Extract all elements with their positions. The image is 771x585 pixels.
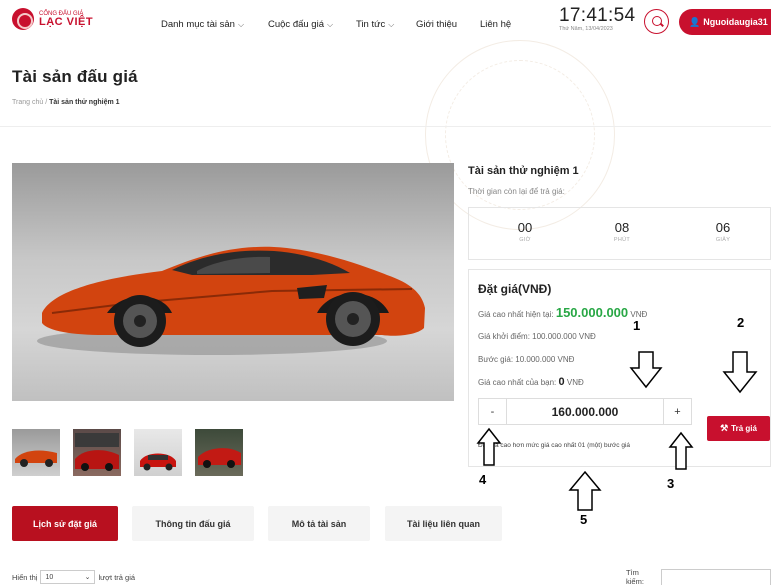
chevron-down-icon: ⌵ [388,20,395,29]
divider [0,126,771,127]
countdown-minutes: 08 PHÚT [613,220,631,243]
breadcrumb-home[interactable]: Trang chủ [12,99,43,106]
current-highest-price: Giá cao nhất hiện tại: 150.000.000 VNĐ [478,305,648,320]
up-arrow-icon [568,470,602,511]
my-highest-value: 0 [558,376,565,388]
page-size-control: Hiển thị 10 ⌄ lượt trả giá [12,570,135,584]
annotation-5: 5 [580,512,588,527]
breadcrumb-current: Tài sản thử nghiệm 1 [49,99,120,106]
page-title: Tài sản đấu giá [12,67,138,86]
nav-item-news[interactable]: Tin tức ⌵ [356,19,394,30]
tab-related-documents[interactable]: Tài liệu liên quan [385,506,502,541]
clock-date: Thứ Năm, 13/04/2023 [559,26,613,32]
nav-item-asset-catalog[interactable]: Danh mục tài sản ⌵ [161,19,244,30]
table-search-input[interactable] [661,568,771,585]
logo-brand-text: LẠC VIỆT [39,15,94,28]
nav-item-auctions[interactable]: Cuộc đấu giá ⌵ [268,19,333,30]
countdown-hours: 00 GIỜ [517,220,533,243]
asset-name: Tài sản thử nghiệm 1 [468,165,579,177]
decrease-bid-button[interactable]: - [479,399,506,424]
starting-price: Giá khởi điểm: 100.000.000 VNĐ [478,332,596,341]
chevron-down-icon: ⌵ [326,20,334,29]
bid-step: Bước giá: 10.000.000 VNĐ [478,355,575,364]
tab-bid-history[interactable]: Lịch sử đặt giá [12,506,118,541]
increase-bid-button[interactable]: + [664,399,691,424]
bid-amount-stepper: - 160.000.000 + [478,398,692,425]
nav-item-about[interactable]: Giới thiệu [416,19,457,30]
site-logo[interactable]: CỔNG ĐẤU GIÁ LẠC VIỆT [12,8,93,30]
username: Nguoidaugia31 [703,17,768,27]
chevron-down-icon: ⌄ [84,574,91,581]
bid-title: Đặt giá(VNĐ) [478,282,552,296]
annotation-3: 3 [667,476,675,491]
place-bid-button[interactable]: ⚒ Trả giá [707,416,770,441]
annotation-1: 1 [633,318,641,333]
annotation-2: 2 [737,315,745,330]
table-search: Tìm kiếm: [626,568,771,585]
site-header: CỔNG ĐẤU GIÁ LẠC VIỆT Danh mục tài sản ⌵ … [0,0,771,52]
server-clock: 17:41:54 Thứ Năm, 13/04/2023 [559,6,635,32]
breadcrumb: Trang chủ / Tài sản thử nghiệm 1 [12,99,120,106]
search-icon[interactable] [644,9,669,34]
clock-time: 17:41:54 [559,5,636,26]
countdown-timer: 00 GIỜ 08 PHÚT 06 GIÂY [468,207,771,260]
thumbnail-1[interactable] [12,429,60,476]
down-arrow-icon [722,351,758,394]
thumbnail-3[interactable] [134,429,182,476]
countdown-seconds: 06 GIÂY [715,220,731,243]
thumbnail-2[interactable] [73,429,121,476]
user-icon: 👤 [689,16,701,27]
tab-auction-info[interactable]: Thông tin đấu giá [132,506,254,541]
tab-asset-description[interactable]: Mô tả tài sản [268,506,370,541]
up-arrow-icon [668,431,694,470]
up-arrow-icon [476,427,502,466]
bid-amount-input[interactable]: 160.000.000 [506,399,664,424]
nav-item-contact[interactable]: Liên hệ [480,19,511,30]
time-remaining-label: Thời gian còn lại để trả giá: [468,187,565,196]
car-image [37,246,425,355]
user-account-button[interactable]: 👤 Nguoidaugia31 [679,9,771,35]
page-size-select[interactable]: 10 ⌄ [40,570,96,584]
chevron-down-icon: ⌵ [237,20,245,29]
annotation-4: 4 [479,472,487,487]
asset-main-image [12,163,454,401]
thumbnail-4[interactable] [195,429,243,476]
down-arrow-icon [629,351,663,389]
my-highest-price: Giá cao nhất của bạn: 0 VNĐ [478,376,584,388]
logo-emblem-icon [12,8,34,30]
hammer-icon: ⚒ [720,423,729,433]
current-highest-value: 150.000.000 [555,305,629,320]
